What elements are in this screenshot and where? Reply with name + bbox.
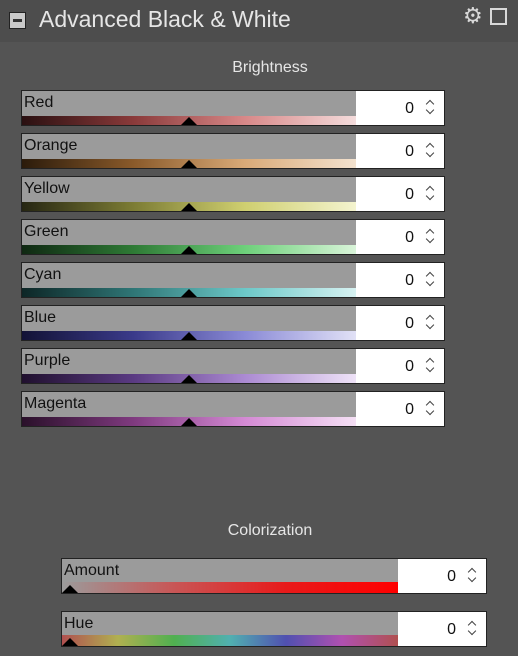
slider-label: Cyan — [24, 266, 62, 283]
slider-label: Red — [24, 94, 54, 111]
value-field[interactable]: 0 — [356, 392, 444, 426]
slider-track[interactable]: Cyan — [22, 263, 356, 297]
slider-value[interactable]: 0 — [447, 621, 456, 639]
slider-value[interactable]: 0 — [405, 186, 414, 204]
slider-handle[interactable] — [181, 418, 197, 426]
slider-value[interactable]: 0 — [405, 143, 414, 161]
slider-green[interactable]: Green 0 — [21, 219, 445, 255]
slider-track[interactable]: Magenta — [22, 392, 356, 426]
value-field[interactable]: 0 — [356, 91, 444, 125]
value-field[interactable]: 0 — [356, 349, 444, 383]
checkbox-icon[interactable] — [490, 8, 507, 25]
slider-handle[interactable] — [181, 332, 197, 340]
slider-handle[interactable] — [62, 585, 78, 593]
slider-track[interactable]: Yellow — [22, 177, 356, 211]
spinner-arrows-icon[interactable] — [425, 183, 435, 203]
slider-value[interactable]: 0 — [405, 358, 414, 376]
slider-yellow[interactable]: Yellow 0 — [21, 176, 445, 212]
spinner-arrows-icon[interactable] — [467, 618, 477, 638]
slider-track[interactable]: Purple — [22, 349, 356, 383]
slider-handle[interactable] — [181, 246, 197, 254]
slider-handle[interactable] — [181, 117, 197, 125]
value-field[interactable]: 0 — [356, 134, 444, 168]
value-field[interactable]: 0 — [356, 220, 444, 254]
panel-title-bar: Advanced Black & White ⚙ — [0, 0, 518, 42]
slider-handle[interactable] — [181, 289, 197, 297]
slider-label: Amount — [64, 562, 120, 579]
spinner-arrows-icon[interactable] — [425, 226, 435, 246]
slider-label: Orange — [24, 137, 78, 154]
brightness-heading: Brightness — [232, 59, 308, 76]
slider-track[interactable]: Amount — [62, 559, 398, 593]
spinner-arrows-icon[interactable] — [425, 312, 435, 332]
slider-value[interactable]: 0 — [405, 229, 414, 247]
slider-hue[interactable]: Hue 0 — [61, 611, 487, 647]
slider-blue[interactable]: Blue 0 — [21, 305, 445, 341]
slider-value[interactable]: 0 — [405, 100, 414, 118]
panel-title: Advanced Black & White — [39, 6, 291, 32]
slider-magenta[interactable]: Magenta 0 — [21, 391, 445, 427]
slider-label: Blue — [24, 309, 57, 326]
slider-label: Yellow — [24, 180, 70, 197]
spinner-arrows-icon[interactable] — [425, 398, 435, 418]
slider-value[interactable]: 0 — [405, 272, 414, 290]
value-field[interactable]: 0 — [356, 177, 444, 211]
slider-track[interactable]: Blue — [22, 306, 356, 340]
slider-label: Hue — [64, 615, 94, 632]
value-field[interactable]: 0 — [398, 559, 486, 593]
slider-orange[interactable]: Orange 0 — [21, 133, 445, 169]
slider-amount[interactable]: Amount 0 — [61, 558, 487, 594]
slider-track[interactable]: Orange — [22, 134, 356, 168]
spinner-arrows-icon[interactable] — [425, 269, 435, 289]
advanced-black-white-panel: Advanced Black & White ⚙ Brightness Red 0… — [0, 0, 518, 656]
slider-handle[interactable] — [181, 375, 197, 383]
value-field[interactable]: 0 — [356, 306, 444, 340]
slider-track[interactable]: Hue — [62, 612, 398, 646]
slider-track[interactable]: Green — [22, 220, 356, 254]
slider-value[interactable]: 0 — [405, 401, 414, 419]
value-field[interactable]: 0 — [398, 612, 486, 646]
slider-label: Purple — [24, 352, 71, 369]
slider-handle[interactable] — [62, 638, 78, 646]
slider-value[interactable]: 0 — [405, 315, 414, 333]
colorization-heading: Colorization — [227, 522, 313, 539]
slider-gradient-bar — [62, 635, 398, 646]
slider-label: Magenta — [24, 395, 87, 412]
slider-gradient-bar — [62, 582, 398, 593]
slider-red[interactable]: Red 0 — [21, 90, 445, 126]
spinner-arrows-icon[interactable] — [425, 97, 435, 117]
spinner-arrows-icon[interactable] — [425, 355, 435, 375]
slider-purple[interactable]: Purple 0 — [21, 348, 445, 384]
slider-track[interactable]: Red — [22, 91, 356, 125]
spinner-arrows-icon[interactable] — [467, 565, 477, 585]
slider-cyan[interactable]: Cyan 0 — [21, 262, 445, 298]
collapse-box-icon[interactable] — [9, 12, 26, 29]
value-field[interactable]: 0 — [356, 263, 444, 297]
gear-icon[interactable]: ⚙ — [463, 4, 483, 28]
spinner-arrows-icon[interactable] — [425, 140, 435, 160]
slider-handle[interactable] — [181, 203, 197, 211]
slider-label: Green — [24, 223, 69, 240]
slider-value[interactable]: 0 — [447, 568, 456, 586]
slider-handle[interactable] — [181, 160, 197, 168]
